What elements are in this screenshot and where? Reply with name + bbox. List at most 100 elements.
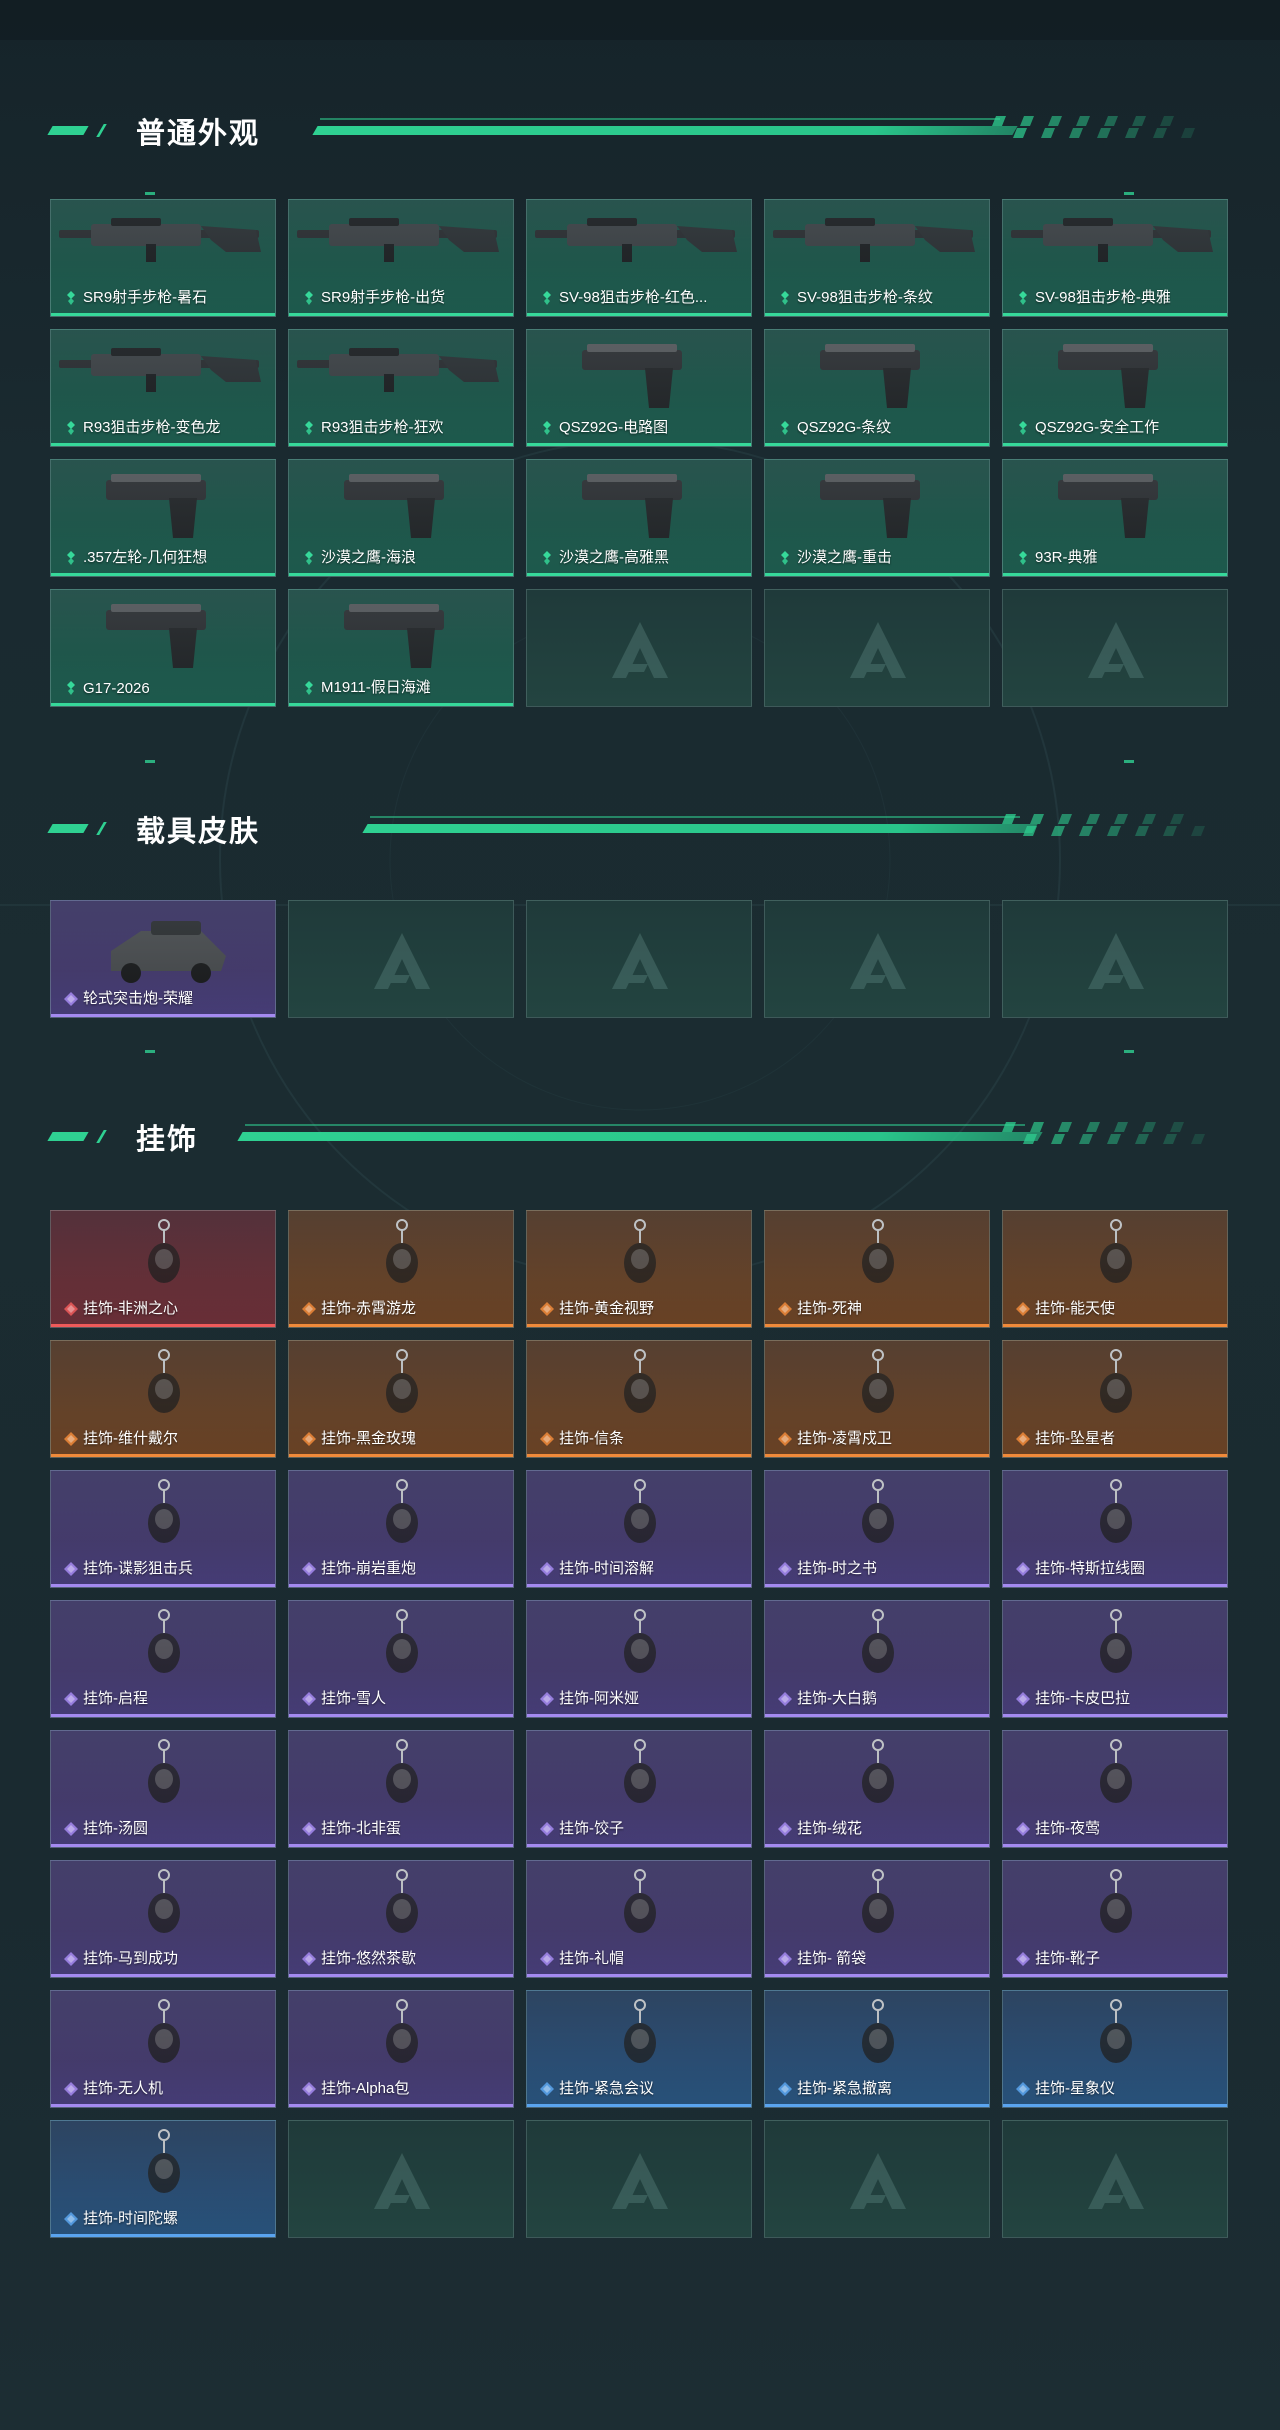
charm-item[interactable]: 挂饰-悠然茶歇 <box>288 1860 514 1978</box>
charm-item[interactable]: 挂饰-马到成功 <box>50 1860 276 1978</box>
charm-item[interactable]: 挂饰-特斯拉线圈 <box>1002 1470 1228 1588</box>
item-label: 挂饰-夜莺 <box>1035 1820 1100 1837</box>
rarity-gem-icon <box>301 290 317 306</box>
charm-item[interactable]: 挂饰-Alpha包 <box>288 1990 514 2108</box>
skin-item[interactable]: 沙漠之鹰-海浪 <box>288 459 514 577</box>
item-label: 挂饰-崩岩重炮 <box>321 1560 416 1577</box>
skin-item[interactable]: SV-98狙击步枪-典雅 <box>1002 199 1228 317</box>
skin-item[interactable]: QSZ92G-安全工作 <box>1002 329 1228 447</box>
charm-item[interactable]: 挂饰-靴子 <box>1002 1860 1228 1978</box>
charm-empty-slot <box>288 2120 514 2238</box>
rarity-gem-icon <box>301 1691 317 1707</box>
rarity-gem-icon <box>539 1951 555 1967</box>
charm-item[interactable]: 挂饰-信条 <box>526 1340 752 1458</box>
skin-item[interactable]: SV-98狙击步枪-红色... <box>526 199 752 317</box>
item-label: 挂饰-时间溶解 <box>559 1560 654 1577</box>
skin-item[interactable]: QSZ92G-电路图 <box>526 329 752 447</box>
charm-empty-slot <box>1002 2120 1228 2238</box>
rarity-bar <box>1003 1714 1227 1717</box>
charm-item[interactable]: 挂饰-北非蛋 <box>288 1730 514 1848</box>
rarity-gem-icon <box>777 420 793 436</box>
rarity-bar <box>289 1454 513 1457</box>
charm-item[interactable]: 挂饰-坠星者 <box>1002 1340 1228 1458</box>
vehicle-item[interactable]: 轮式突击炮-荣耀 <box>50 900 276 1018</box>
charm-item[interactable]: 挂饰-死神 <box>764 1210 990 1328</box>
rarity-bar <box>289 1844 513 1847</box>
item-label: SV-98狙击步枪-条纹 <box>797 289 933 306</box>
charm-item[interactable]: 挂饰-非洲之心 <box>50 1210 276 1328</box>
placeholder-logo-icon <box>850 933 906 989</box>
charm-item[interactable]: 挂饰-黄金视野 <box>526 1210 752 1328</box>
skin-item[interactable]: SR9射手步枪-暑石 <box>50 199 276 317</box>
rarity-bar <box>765 1584 989 1587</box>
charm-item[interactable]: 挂饰-大白鹅 <box>764 1600 990 1718</box>
rarity-bar <box>1003 573 1227 576</box>
vehicle-empty-slot <box>288 900 514 1018</box>
charm-item[interactable]: 挂饰-绒花 <box>764 1730 990 1848</box>
skin-item[interactable]: G17-2026 <box>50 589 276 707</box>
header-long-bar <box>237 1132 1043 1141</box>
skin-item[interactable]: SV-98狙击步枪-条纹 <box>764 199 990 317</box>
skin-item[interactable]: .357左轮-几何狂想 <box>50 459 276 577</box>
charm-item[interactable]: 挂饰-启程 <box>50 1600 276 1718</box>
item-label: 挂饰-北非蛋 <box>321 1820 401 1837</box>
rarity-bar <box>527 1454 751 1457</box>
charm-item[interactable]: 挂饰-饺子 <box>526 1730 752 1848</box>
charm-item[interactable]: 挂饰-时间溶解 <box>526 1470 752 1588</box>
charm-item[interactable]: 挂饰-维什戴尔 <box>50 1340 276 1458</box>
skin-item[interactable]: R93狙击步枪-狂欢 <box>288 329 514 447</box>
charm-item[interactable]: 挂饰-时之书 <box>764 1470 990 1588</box>
rarity-gem-icon <box>301 550 317 566</box>
charm-item[interactable]: 挂饰-赤霄游龙 <box>288 1210 514 1328</box>
item-label: 挂饰-信条 <box>559 1430 624 1447</box>
charm-item[interactable]: 挂饰-雪人 <box>288 1600 514 1718</box>
item-label: 挂饰-谍影狙击兵 <box>83 1560 193 1577</box>
charm-empty-slot <box>526 2120 752 2238</box>
header-checker-pattern <box>1002 814 1205 836</box>
skin-item[interactable]: 沙漠之鹰-重击 <box>764 459 990 577</box>
charm-item[interactable]: 挂饰-崩岩重炮 <box>288 1470 514 1588</box>
charm-item[interactable]: 挂饰- 箭袋 <box>764 1860 990 1978</box>
item-label: 挂饰-非洲之心 <box>83 1300 178 1317</box>
charm-item[interactable]: 挂饰-能天使 <box>1002 1210 1228 1328</box>
rarity-bar <box>1003 1454 1227 1457</box>
item-label: 挂饰-黑金玫瑰 <box>321 1430 416 1447</box>
rarity-gem-icon <box>301 1821 317 1837</box>
rarity-bar <box>527 573 751 576</box>
skin-item[interactable]: R93狙击步枪-变色龙 <box>50 329 276 447</box>
charm-item[interactable]: 挂饰-星象仪 <box>1002 1990 1228 2108</box>
skin-item[interactable]: QSZ92G-条纹 <box>764 329 990 447</box>
rarity-bar <box>765 1714 989 1717</box>
rarity-bar <box>51 2234 275 2237</box>
charm-item[interactable]: 挂饰-谍影狙击兵 <box>50 1470 276 1588</box>
item-label: 挂饰-阿米娅 <box>559 1690 639 1707</box>
item-label: 93R-典雅 <box>1035 549 1098 566</box>
charm-item[interactable]: 挂饰-黑金玫瑰 <box>288 1340 514 1458</box>
charm-item[interactable]: 挂饰-时间陀螺 <box>50 2120 276 2238</box>
charm-item[interactable]: 挂饰-阿米娅 <box>526 1600 752 1718</box>
charm-item[interactable]: 挂饰-紧急会议 <box>526 1990 752 2108</box>
rarity-gem-icon <box>63 1691 79 1707</box>
item-label: 挂饰-雪人 <box>321 1690 386 1707</box>
rarity-gem-icon <box>301 2081 317 2097</box>
charm-item[interactable]: 挂饰-紧急撤离 <box>764 1990 990 2108</box>
charms-grid: 挂饰-非洲之心 挂饰-赤霄游龙 挂饰-黄金视野 挂饰-死神 挂饰-能天使 挂饰-… <box>50 1210 1230 2240</box>
charm-item[interactable]: 挂饰-卡皮巴拉 <box>1002 1600 1228 1718</box>
item-label: SR9射手步枪-出货 <box>321 289 446 306</box>
rarity-gem-icon <box>301 420 317 436</box>
skin-item[interactable]: M1911-假日海滩 <box>288 589 514 707</box>
charm-item[interactable]: 挂饰-礼帽 <box>526 1860 752 1978</box>
rarity-bar <box>1003 2104 1227 2107</box>
rarity-gem-icon <box>1015 1691 1031 1707</box>
corner-tick <box>1124 192 1134 195</box>
item-label: QSZ92G-电路图 <box>559 419 669 436</box>
skin-item[interactable]: 93R-典雅 <box>1002 459 1228 577</box>
item-label: 挂饰-维什戴尔 <box>83 1430 178 1447</box>
skin-item[interactable]: SR9射手步枪-出货 <box>288 199 514 317</box>
section-header-vehicles: 载具皮肤 <box>0 800 1280 860</box>
charm-item[interactable]: 挂饰-夜莺 <box>1002 1730 1228 1848</box>
skin-item[interactable]: 沙漠之鹰-高雅黑 <box>526 459 752 577</box>
charm-item[interactable]: 挂饰-无人机 <box>50 1990 276 2108</box>
charm-item[interactable]: 挂饰-汤圆 <box>50 1730 276 1848</box>
charm-item[interactable]: 挂饰-凌霄戍卫 <box>764 1340 990 1458</box>
